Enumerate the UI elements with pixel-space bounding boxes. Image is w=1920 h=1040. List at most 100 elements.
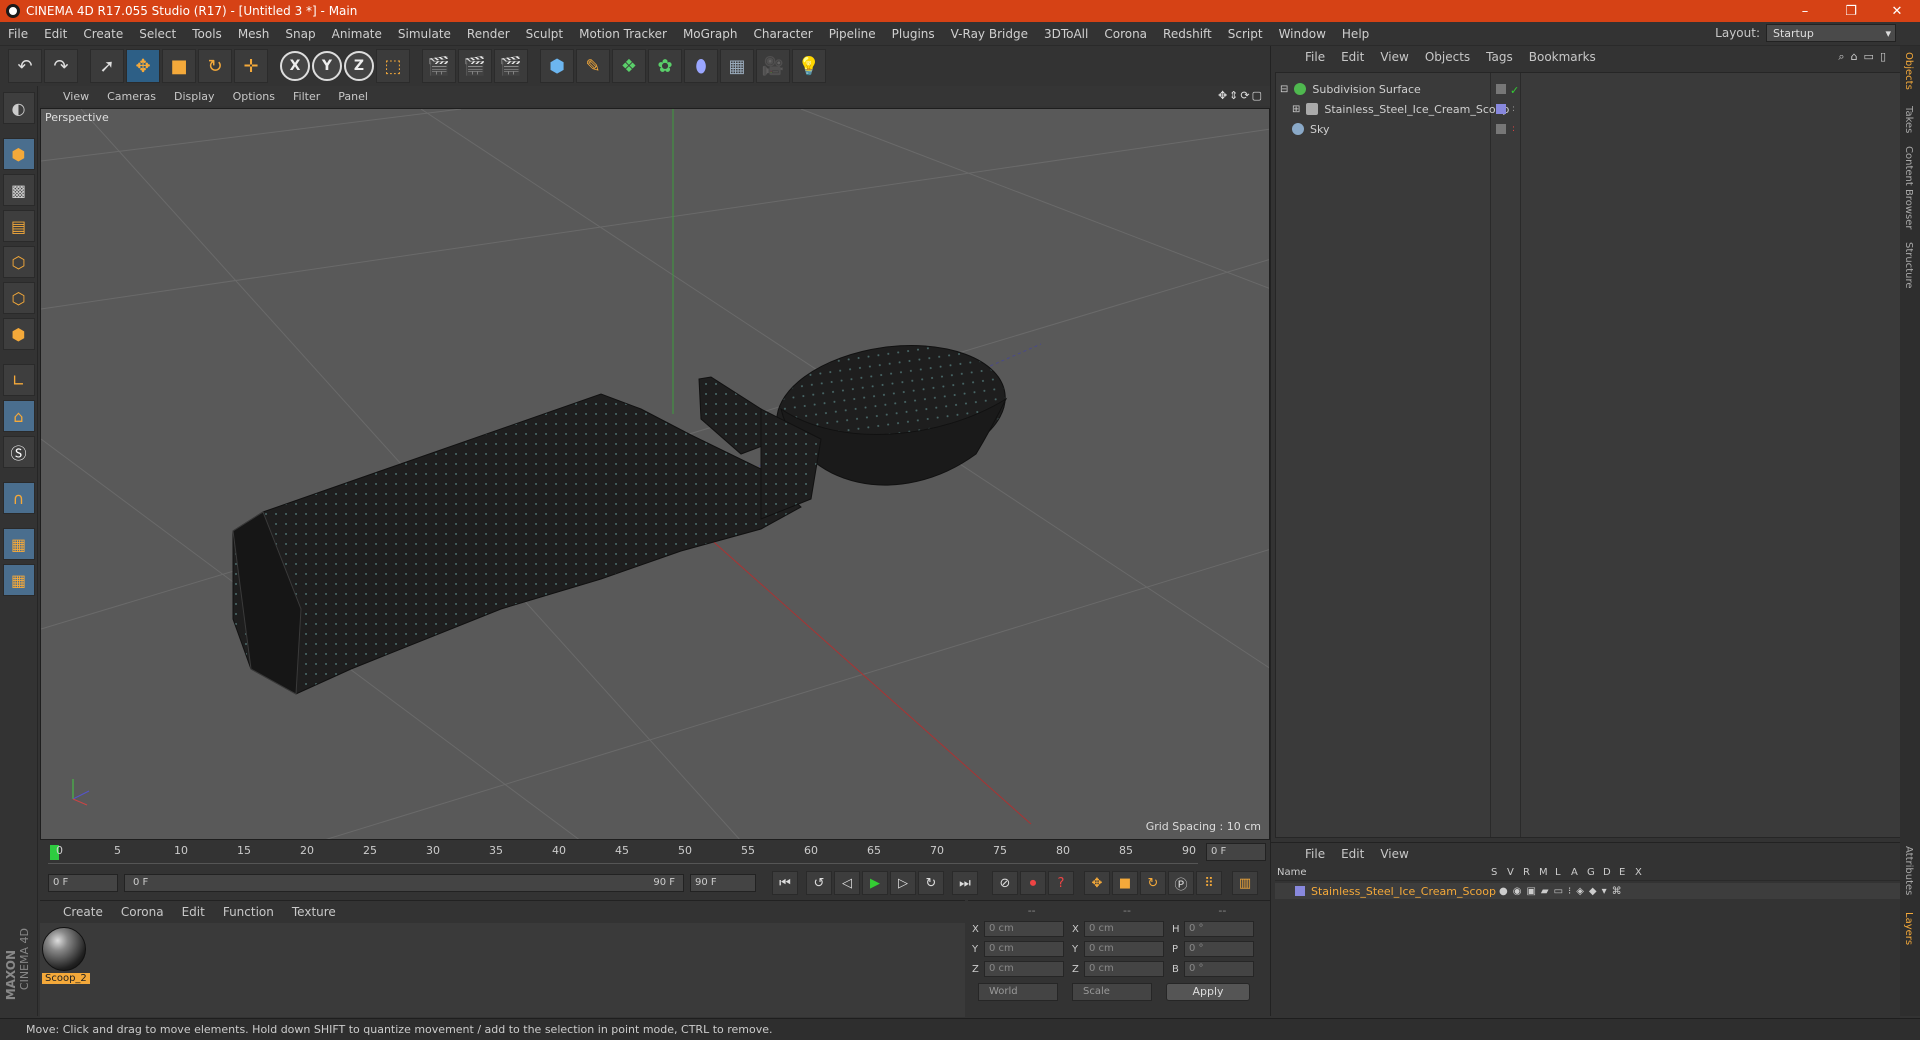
add-cube-button[interactable]: ⬢ <box>540 49 574 83</box>
menu-snap[interactable]: Snap <box>277 27 323 41</box>
object-row-sky[interactable]: Sky : <box>1276 119 1902 139</box>
model-mode-button[interactable]: ⬢ <box>2 138 35 170</box>
z-axis-lock-button[interactable]: Z <box>344 51 374 81</box>
menu-vray-bridge[interactable]: V-Ray Bridge <box>943 27 1036 41</box>
timeline[interactable]: 0 5 10 15 20 25 30 35 40 45 50 55 60 65 … <box>40 840 1270 866</box>
enable-axis-button[interactable]: ∟ <box>2 364 35 396</box>
scale-tool-button[interactable]: ■ <box>162 49 196 83</box>
frame-range-slider[interactable]: 0 F 90 F <box>124 874 684 892</box>
snap-button[interactable]: Ⓢ <box>2 436 35 468</box>
material-menu-create[interactable]: Create <box>54 905 112 919</box>
menu-tools[interactable]: Tools <box>184 27 230 41</box>
undo-button[interactable]: ↶ <box>8 49 42 83</box>
collapse-icon[interactable]: ⊟ <box>1280 84 1288 95</box>
size-mode-dropdown[interactable]: Scale <box>1072 983 1152 1001</box>
viewport-menu-filter[interactable]: Filter <box>284 90 329 103</box>
go-to-end-button[interactable]: ⏭ <box>952 871 978 895</box>
enabled-check-icon[interactable]: ✓ <box>1510 84 1519 97</box>
edges-mode-button[interactable]: ⬡ <box>2 282 35 314</box>
motion-record-button[interactable]: ⊘ <box>992 871 1018 895</box>
menu-character[interactable]: Character <box>745 27 820 41</box>
viewport-navigation-icons[interactable]: ✥⇕⟳▢ <box>1218 89 1264 102</box>
menu-edit[interactable]: Edit <box>36 27 75 41</box>
rotation-h-field[interactable]: 0 ° <box>1184 921 1254 937</box>
add-floor-button[interactable]: ▦ <box>720 49 754 83</box>
locked-workplane-button[interactable]: ▦ <box>2 528 35 560</box>
menu-create[interactable]: Create <box>75 27 131 41</box>
add-spline-button[interactable]: ✎ <box>576 49 610 83</box>
planar-workplane-button[interactable]: ▦ <box>2 564 35 596</box>
layer-toggle-icons[interactable]: ●◉▣▰▭⁝◈◆▾⌘ <box>1491 886 1627 897</box>
next-key-button[interactable]: ↻ <box>918 871 944 895</box>
layer-color-swatch[interactable] <box>1295 886 1305 896</box>
current-frame-field[interactable]: 0 F <box>1206 843 1266 861</box>
viewport-menu-view[interactable]: View <box>54 90 98 103</box>
visibility-dots-icon[interactable]: : <box>1512 124 1515 134</box>
tab-content-browser[interactable]: Content Browser <box>1903 146 1914 229</box>
layers-menu-file[interactable]: File <box>1297 847 1333 861</box>
objects-menu-objects[interactable]: Objects <box>1417 50 1478 64</box>
rotate-tool-button[interactable]: ↻ <box>198 49 232 83</box>
layers-menu-view[interactable]: View <box>1372 847 1416 861</box>
tab-objects[interactable]: Objects <box>1903 52 1914 90</box>
tweak-mode-button[interactable]: ⌂ <box>2 400 35 432</box>
menu-simulate[interactable]: Simulate <box>390 27 459 41</box>
layer-name[interactable]: Stainless_Steel_Ice_Cream_Scoop <box>1311 885 1496 898</box>
menu-mograph[interactable]: MoGraph <box>675 27 746 41</box>
objects-menu-file[interactable]: File <box>1297 50 1333 64</box>
render-view-button[interactable]: 🎬 <box>422 49 456 83</box>
visibility-dots-icon[interactable]: : <box>1512 104 1515 114</box>
objects-menu-edit[interactable]: Edit <box>1333 50 1372 64</box>
workplane-mode-button[interactable]: ▤ <box>2 210 35 242</box>
visibility-toggle-icon[interactable] <box>1496 84 1506 94</box>
minimize-button[interactable]: – <box>1782 0 1828 22</box>
objects-menu-bookmarks[interactable]: Bookmarks <box>1521 50 1604 64</box>
end-frame-field[interactable]: 90 F <box>690 874 756 892</box>
next-frame-button[interactable]: ▷ <box>890 871 916 895</box>
autokey-button[interactable]: ? <box>1048 871 1074 895</box>
move-tool-button[interactable]: ✥ <box>126 49 160 83</box>
material-menu-function[interactable]: Function <box>214 905 283 919</box>
rotation-p-field[interactable]: 0 ° <box>1184 941 1254 957</box>
layers-menu-edit[interactable]: Edit <box>1333 847 1372 861</box>
objects-menu-view[interactable]: View <box>1372 50 1416 64</box>
add-subdivision-button[interactable]: ❖ <box>612 49 646 83</box>
tab-structure[interactable]: Structure <box>1903 242 1914 289</box>
size-y-field[interactable]: 0 cm <box>1084 941 1164 957</box>
start-frame-field[interactable]: 0 F <box>48 874 118 892</box>
menu-script[interactable]: Script <box>1220 27 1271 41</box>
record-button[interactable]: ⏺ <box>1020 871 1046 895</box>
x-axis-lock-button[interactable]: X <box>280 51 310 81</box>
add-deformer-button[interactable]: ⬮ <box>684 49 718 83</box>
previous-frame-button[interactable]: ◁ <box>834 871 860 895</box>
play-button[interactable]: ▶ <box>862 871 888 895</box>
tab-attributes[interactable]: Attributes <box>1903 846 1914 895</box>
rotation-b-field[interactable]: 0 ° <box>1184 961 1254 977</box>
menu-mesh[interactable]: Mesh <box>230 27 278 41</box>
menu-motion-tracker[interactable]: Motion Tracker <box>571 27 675 41</box>
add-mograph-button[interactable]: ✿ <box>648 49 682 83</box>
coordinate-space-dropdown[interactable]: World <box>978 983 1058 1001</box>
material-name-label[interactable]: Scoop_2 <box>42 973 90 984</box>
magnet-button[interactable]: ∩ <box>2 482 35 514</box>
render-picture-viewer-button[interactable]: 🎬 <box>458 49 492 83</box>
timeline-window-button[interactable]: ▥ <box>1232 871 1258 895</box>
material-preview-swatch[interactable] <box>42 927 86 971</box>
timeline-ruler[interactable]: 0 5 10 15 20 25 30 35 40 45 50 55 60 65 … <box>48 842 1198 864</box>
menu-redshift[interactable]: Redshift <box>1155 27 1220 41</box>
menu-window[interactable]: Window <box>1271 27 1334 41</box>
layout-dropdown[interactable]: Startup ▾ <box>1766 24 1896 42</box>
size-x-field[interactable]: 0 cm <box>1084 921 1164 937</box>
go-to-start-button[interactable]: ⏮ <box>772 871 798 895</box>
menu-help[interactable]: Help <box>1334 27 1377 41</box>
position-z-field[interactable]: 0 cm <box>984 961 1064 977</box>
points-mode-button[interactable]: ⬡ <box>2 246 35 278</box>
tab-takes[interactable]: Takes <box>1903 106 1914 133</box>
add-light-button[interactable]: 💡 <box>792 49 826 83</box>
viewport-menu-cameras[interactable]: Cameras <box>98 90 165 103</box>
material-menu-edit[interactable]: Edit <box>173 905 214 919</box>
key-position-button[interactable]: ✥ <box>1084 871 1110 895</box>
visibility-toggle-icon[interactable] <box>1496 124 1506 134</box>
menu-plugins[interactable]: Plugins <box>884 27 943 41</box>
maximize-button[interactable]: ❐ <box>1828 0 1874 22</box>
